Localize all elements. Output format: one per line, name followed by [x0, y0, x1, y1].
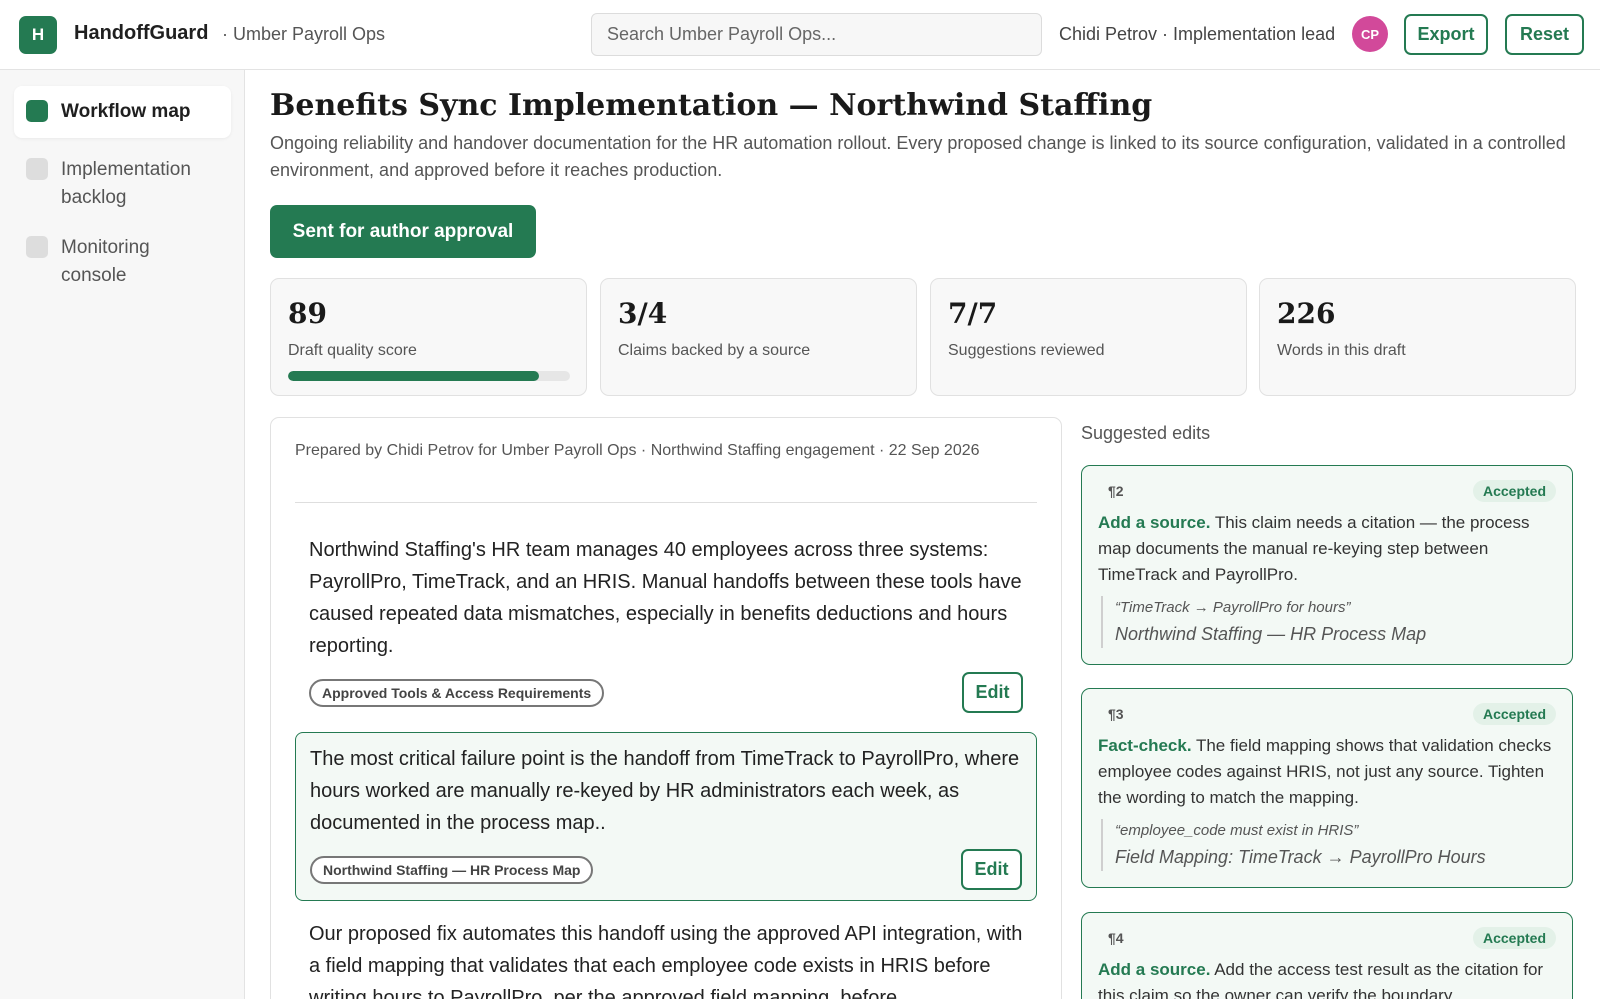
- edit-button[interactable]: Edit: [961, 849, 1022, 890]
- paragraph-2: The most critical failure point is the h…: [295, 732, 1037, 901]
- sidebar-item-workflow-map[interactable]: Workflow map: [14, 86, 231, 138]
- page-subtitle: Ongoing reliability and handover documen…: [270, 133, 1566, 180]
- quality-progress-bar: [288, 371, 570, 381]
- stat-card-suggestions: 7/7 Suggestions reviewed: [930, 278, 1247, 396]
- paragraph-text: Our proposed fix automates this handoff …: [309, 923, 1023, 999]
- suggestion-kind: Add a source.: [1098, 513, 1211, 532]
- monitoring-console-icon: [26, 236, 48, 258]
- paragraph-ref: ¶3: [1108, 706, 1124, 722]
- top-bar: H HandoffGuard · Umber Payroll Ops Chidi…: [0, 0, 1600, 70]
- suggestion-card[interactable]: ¶4 Accepted Add a source. Add the access…: [1081, 912, 1573, 999]
- divider: [295, 502, 1037, 503]
- stat-value: 7/7: [948, 297, 998, 330]
- app-name: HandoffGuard: [74, 22, 209, 44]
- stat-value: 89: [288, 297, 327, 330]
- source-tag[interactable]: Approved Tools & Access Requirements: [309, 678, 605, 707]
- paragraph-text: Northwind Staffing's HR team manages 40 …: [309, 539, 1022, 657]
- quote-text: “employee_code must exist in HRIS”: [1115, 822, 1359, 839]
- stat-label: Words in this draft: [1277, 342, 1406, 359]
- suggestion-quote: “employee_code must exist in HRIS” Field…: [1101, 819, 1556, 871]
- document-meta: Prepared by Chidi Petrov for Umber Payro…: [295, 442, 980, 459]
- paragraph-ref: ¶4: [1108, 930, 1124, 946]
- paragraph-3: Our proposed fix automates this handoff …: [295, 908, 1037, 999]
- draft-document: Prepared by Chidi Petrov for Umber Payro…: [270, 417, 1062, 999]
- approval-status-button[interactable]: Sent for author approval: [270, 205, 536, 258]
- status-badge: Accepted: [1472, 927, 1556, 949]
- org-name: · Umber Payroll Ops: [222, 24, 386, 44]
- suggestion-body: Add a source. This claim needs a citatio…: [1098, 510, 1556, 588]
- quote-source: Field Mapping: TimeTrack → PayrollPro Ho…: [1115, 847, 1486, 867]
- quote-source: Northwind Staffing — HR Process Map: [1115, 624, 1427, 644]
- app-logo[interactable]: H: [19, 16, 57, 54]
- stat-label: Draft quality score: [288, 342, 417, 359]
- sidebar-item-implementation-backlog[interactable]: Implementation backlog: [14, 144, 231, 224]
- stat-label: Claims backed by a source: [618, 342, 811, 359]
- paragraph-ref: ¶2: [1108, 483, 1124, 499]
- stat-card-words: 226 Words in this draft: [1259, 278, 1576, 396]
- suggestion-kind: Add a source.: [1098, 960, 1211, 979]
- sidebar-item-label: Workflow map: [61, 101, 191, 122]
- suggestion-quote: “TimeTrack → PayrollPro for hours” North…: [1101, 596, 1556, 648]
- quality-progress-fill: [288, 371, 539, 381]
- suggestion-card[interactable]: ¶3 Accepted Fact-check. The field mappin…: [1081, 688, 1573, 888]
- edit-button[interactable]: Edit: [962, 672, 1023, 713]
- stat-value: 3/4: [618, 297, 668, 330]
- suggestion-kind: Fact-check.: [1098, 736, 1192, 755]
- stat-label: Suggestions reviewed: [948, 342, 1105, 359]
- suggested-edits-title: Suggested edits: [1081, 423, 1211, 443]
- page-title: Benefits Sync Implementation — Northwind…: [270, 88, 1153, 123]
- stat-value: 226: [1277, 297, 1336, 330]
- avatar[interactable]: CP: [1352, 16, 1388, 52]
- source-tag[interactable]: Northwind Staffing — HR Process Map: [310, 855, 594, 884]
- status-badge: Accepted: [1472, 480, 1556, 502]
- user-label: Chidi Petrov · Implementation lead: [1059, 24, 1336, 44]
- sidebar: Workflow map Implementation backlog Moni…: [0, 70, 245, 999]
- suggestion-card[interactable]: ¶2 Accepted Add a source. This claim nee…: [1081, 465, 1573, 665]
- export-button[interactable]: Export: [1404, 14, 1488, 55]
- paragraph-text: The most critical failure point is the h…: [310, 748, 1020, 834]
- sidebar-item-label: Implementation backlog: [61, 159, 191, 208]
- sidebar-item-monitoring-console[interactable]: Monitoring console: [14, 222, 231, 302]
- suggestion-body: Add a source. Add the access test result…: [1098, 957, 1556, 999]
- workflow-map-icon: [26, 100, 48, 122]
- status-badge: Accepted: [1472, 703, 1556, 725]
- search-input[interactable]: [591, 13, 1042, 56]
- stat-card-quality: 89 Draft quality score: [270, 278, 587, 396]
- sidebar-item-label: Monitoring console: [61, 237, 150, 286]
- suggestion-body: Fact-check. The field mapping shows that…: [1098, 733, 1556, 811]
- paragraph-1: Northwind Staffing's HR team manages 40 …: [295, 524, 1037, 723]
- implementation-backlog-icon: [26, 158, 48, 180]
- quote-text: “TimeTrack → PayrollPro for hours”: [1115, 599, 1351, 616]
- reset-button[interactable]: Reset: [1505, 14, 1584, 55]
- stat-card-claims: 3/4 Claims backed by a source: [600, 278, 917, 396]
